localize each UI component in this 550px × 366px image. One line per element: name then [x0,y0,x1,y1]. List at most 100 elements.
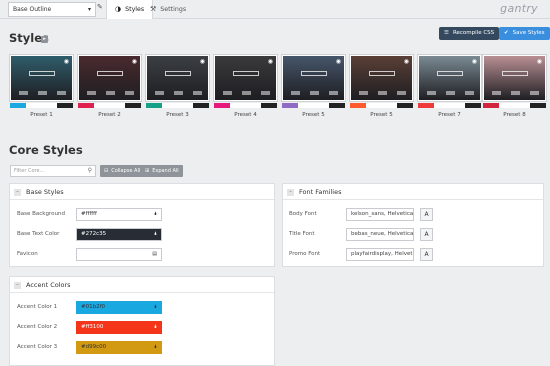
preview-eye-icon[interactable]: ◉ [537,58,542,65]
filter-core-input[interactable]: Filter Core... ⚲ [10,165,96,177]
collapse-all-button[interactable]: ⊟ Collapse All [100,165,145,177]
color-drop-icon[interactable]: 🌢 [154,209,157,220]
base-background-field[interactable]: #ffffff 🌢 [76,208,162,221]
accent-color-3-field[interactable]: #d99c00 🌢 [76,341,162,354]
color-swatch [313,103,330,108]
preset-thumbnail[interactable]: ◉ [483,55,546,101]
preset-card[interactable]: ◉ Preset 4 [214,55,277,125]
color-drop-icon[interactable]: 🌢 [154,342,157,353]
field-label: Base Background [17,211,65,217]
list-icon: ☰ [444,30,449,36]
panel-title: Accent Colors [26,281,71,289]
preset-card[interactable]: ◉ Preset 5 [350,55,413,125]
font-picker-button[interactable]: A [420,228,433,241]
collapse-panel-icon[interactable]: – [287,188,294,196]
preset-swatches [78,103,141,108]
color-swatch [229,103,246,108]
preset-content-block [174,91,183,95]
preset-content-block [87,91,96,95]
preview-eye-icon[interactable]: ◉ [64,58,69,65]
styles-toggle-button[interactable]: ▸ [41,36,48,43]
preset-swatches [10,103,73,108]
styles-icon: ◑ [115,5,122,13]
field-label: Accent Color 3 [17,344,58,350]
preset-thumbnail[interactable]: ◉ [214,55,277,101]
preset-content-block [465,91,474,95]
color-swatch [449,103,466,108]
collapse-label: Collapse All [111,168,141,174]
preview-eye-icon[interactable]: ◉ [404,58,409,65]
preview-eye-icon[interactable]: ◉ [200,58,205,65]
image-picker-icon[interactable]: ▤ [152,249,157,260]
font-picker-button[interactable]: A [420,248,433,261]
wrench-icon: ⚒ [150,5,157,13]
preset-swatches [350,103,413,108]
recompile-css-button[interactable]: ☰ Recompile CSS [439,27,500,40]
preset-card[interactable]: ◉ Preset 2 [78,55,141,125]
outline-select[interactable]: Base Outline ▾ [8,2,96,17]
preset-content-block [378,91,387,95]
promo-font-field[interactable]: playfairdisplay, Helvetica, [346,248,414,261]
preview-eye-icon[interactable]: ◉ [132,58,137,65]
color-swatch [282,103,298,108]
color-swatch [530,103,546,108]
accent-colors-header[interactable]: – Accent Colors [10,277,274,293]
collapse-panel-icon[interactable]: – [14,281,21,289]
color-swatch [25,103,42,108]
color-swatch [78,103,94,108]
accent-color-2-field[interactable]: #ff3100 🌢 [76,321,162,334]
title-font-field[interactable]: bebas_neue, Helvetica, Tah [346,228,414,241]
preset-card[interactable]: ◉ Preset 1 [10,55,73,125]
pencil-icon[interactable]: ✎ [97,3,103,11]
panel-title: Base Styles [26,188,64,196]
body-font-field[interactable]: kelson_sans, Helvetica, Ta [346,208,414,221]
presets-list: ◉ Preset 1 ◉ Preset 2 ◉ Preset 3 ◉ Preset 4 ◉ Pre… [10,55,546,125]
font-picker-button[interactable]: A [420,208,433,221]
font-families-header[interactable]: – Font Families [283,184,543,200]
preset-thumbnail[interactable]: ◉ [282,55,345,101]
preset-card[interactable]: ◉ Preset 3 [146,55,209,125]
color-drop-icon[interactable]: 🌢 [154,302,157,313]
filter-placeholder: Filter Core... [14,168,45,174]
preview-eye-icon[interactable]: ◉ [472,58,477,65]
base-styles-header[interactable]: – Base Styles [10,184,274,200]
color-swatch [350,103,366,108]
preset-content-block [310,91,319,95]
preset-thumbnail[interactable]: ◉ [350,55,413,101]
preset-logo-band [301,71,327,76]
color-drop-icon[interactable]: 🌢 [154,229,157,240]
preset-thumbnail[interactable]: ◉ [10,55,73,101]
preset-content-block [291,91,300,95]
preset-content-block [155,91,164,95]
preset-content-block [397,91,406,95]
preview-eye-icon[interactable]: ◉ [268,58,273,65]
color-drop-icon[interactable]: 🌢 [154,322,157,333]
preset-content-block [223,91,232,95]
tab-settings[interactable]: ⚒ Settings [142,0,194,19]
preset-thumbnail[interactable]: ◉ [418,55,481,101]
preset-card[interactable]: ◉ Preset 5 [282,55,345,125]
preset-logo-band [369,71,395,76]
preview-eye-icon[interactable]: ◉ [336,58,341,65]
preset-content-block [57,91,66,95]
preset-thumbnail[interactable]: ◉ [146,55,209,101]
collapse-panel-icon[interactable]: – [14,188,21,196]
field-label: Title Font [289,231,315,237]
color-swatch [483,103,499,108]
accent-color-1-field[interactable]: #01b2f0 🌢 [76,301,162,314]
preset-thumbnail[interactable]: ◉ [78,55,141,101]
preset-logo-band [97,71,123,76]
preset-content-block [492,91,501,95]
expand-all-button[interactable]: ⊞ Expand All [141,165,183,177]
favicon-field[interactable]: ▤ [76,248,162,261]
preset-card[interactable]: ◉ Preset 8 [483,55,546,125]
field-label: Promo Font [289,251,321,257]
base-text-color-field[interactable]: #272c35 🌢 [76,228,162,241]
preset-name: Preset 5 [302,112,325,118]
field-label: Accent Color 1 [17,304,58,310]
save-styles-button[interactable]: ✔ Save Styles [499,27,550,40]
preset-content-block [106,91,115,95]
expand-icon: ⊞ [145,168,150,174]
collapse-icon: ⊟ [104,168,109,174]
preset-card[interactable]: ◉ Preset 7 [418,55,481,125]
